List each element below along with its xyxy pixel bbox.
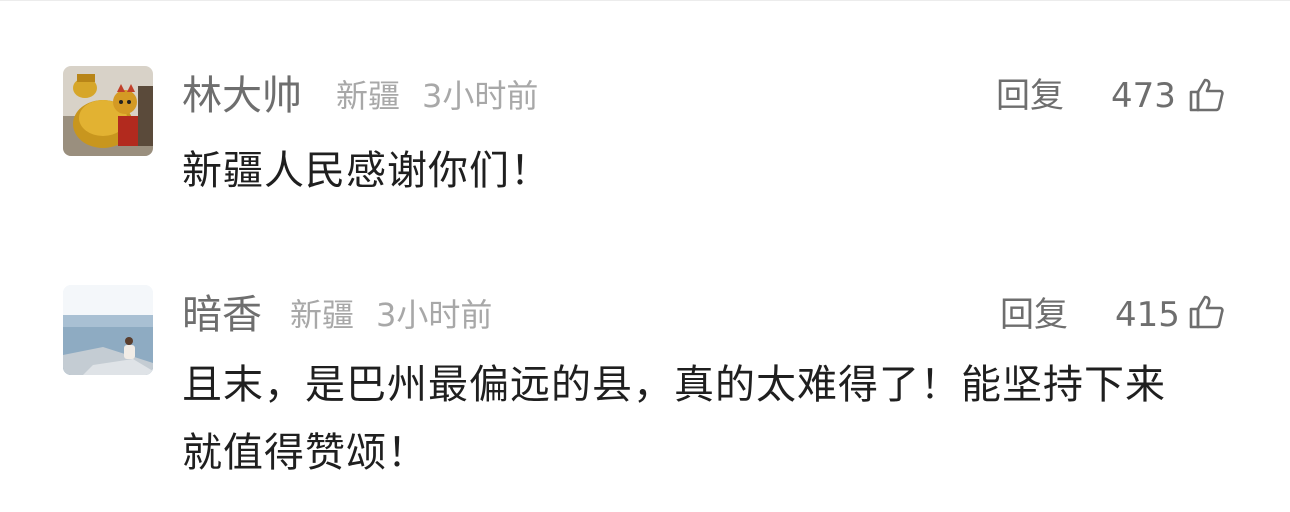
comment-text: 新疆人民感谢你们！ [182, 148, 551, 194]
location-label: 新疆 [290, 296, 355, 334]
like-count: 415 [1115, 295, 1180, 335]
reply-button[interactable]: 回复 [996, 72, 1064, 120]
comment-text: 且末，是巴州最偏远的县，真的太难得了！能坚持下来就值得赞颂！ [182, 362, 1166, 476]
reply-button[interactable]: 回复 [1000, 291, 1068, 339]
like-count: 473 [1111, 76, 1176, 116]
golden-figurine-avatar-icon [63, 66, 153, 156]
username[interactable]: 暗香 [182, 291, 262, 339]
avatar[interactable] [63, 285, 153, 375]
timestamp: 3小时前 [422, 77, 539, 115]
seaside-photo-avatar-icon [63, 285, 153, 375]
avatar[interactable] [63, 66, 153, 156]
username[interactable]: 林大帅 [182, 72, 302, 120]
thumbs-up-icon[interactable] [1188, 76, 1226, 114]
top-divider [0, 0, 1290, 1]
timestamp: 3小时前 [376, 296, 493, 334]
location-label: 新疆 [336, 77, 401, 115]
thumbs-up-icon[interactable] [1188, 293, 1226, 331]
